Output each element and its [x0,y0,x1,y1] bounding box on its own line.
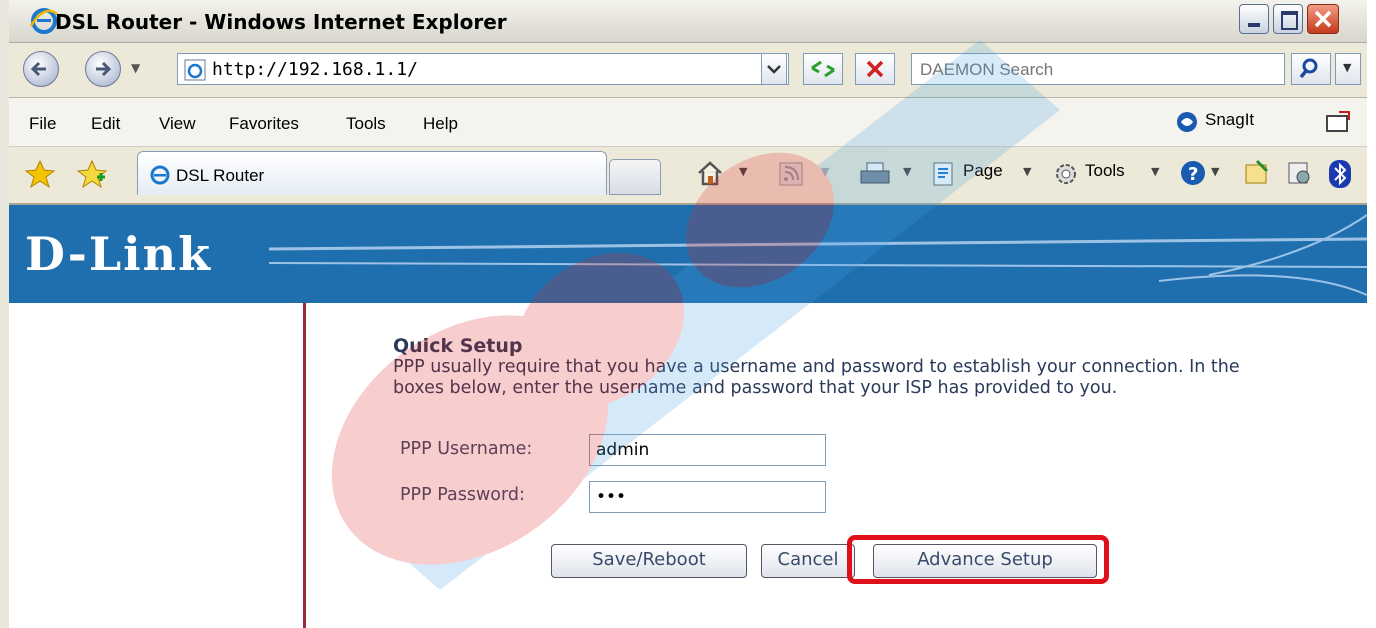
tab-bar: DSL Router ▼ ▼ ▼ Page ▼ Tools ▼ ? ▼ [9,147,1367,205]
back-icon [30,61,46,77]
advance-setup-highlight [847,535,1109,584]
banner-swoosh [268,214,1367,296]
forward-icon [96,61,112,77]
menu-favorites[interactable]: Favorites [229,114,299,134]
search-icon [1299,58,1318,79]
tools-label: Tools [1085,161,1125,180]
maximize-button[interactable] [1273,4,1303,34]
section-title: Quick Setup [393,335,523,357]
save-reboot-button[interactable]: Save/Reboot [551,544,747,578]
page-label: Page [963,161,1003,180]
window-title: DSL Router - Windows Internet Explorer [55,10,507,34]
forward-button[interactable] [85,51,121,87]
help-dropdown-icon[interactable]: ▼ [1211,165,1219,178]
username-label: PPP Username: [400,439,533,459]
address-text: http://192.168.1.1/ [212,59,418,80]
search-options-button[interactable]: ▼ [1335,53,1361,85]
print-dropdown-icon[interactable]: ▼ [903,165,911,178]
home-icon[interactable] [695,159,725,187]
menu-help[interactable]: Help [423,114,458,134]
refresh-icon [811,60,835,78]
username-field[interactable] [589,434,826,466]
search-box[interactable] [911,53,1285,85]
stop-icon [866,60,884,78]
address-dropdown-button[interactable] [761,53,787,85]
address-field[interactable]: http://192.168.1.1/ [177,53,789,85]
tools-menu-button[interactable]: Tools ▼ [1053,157,1173,189]
section-description: PPP usually require that you have a user… [393,357,1240,398]
stop-button[interactable] [855,53,895,85]
close-button[interactable] [1307,4,1339,34]
ie-logo-icon [150,165,170,185]
password-label: PPP Password: [400,485,525,505]
feeds-dropdown-icon[interactable]: ▼ [821,165,829,178]
page-menu-button[interactable]: Page ▼ [931,157,1041,189]
page-icon [933,162,953,186]
print-icon[interactable] [859,161,891,187]
feeds-icon[interactable] [779,162,803,186]
snagit-capture-icon[interactable] [1325,110,1351,134]
menu-tools[interactable]: Tools [346,114,386,134]
back-button[interactable] [23,51,59,87]
chevron-down-icon: ▼ [1023,165,1032,178]
messenger-icon[interactable] [1285,159,1313,187]
snagit-button[interactable]: SnagIt [1175,108,1315,136]
ie-page-icon [184,59,206,81]
research-icon[interactable] [1243,159,1271,187]
address-toolbar: ▼ http://192.168.1.1/ ▼ [9,43,1367,98]
menu-view[interactable]: View [159,114,196,134]
dlink-logo: D-Link [25,227,212,281]
refresh-button[interactable] [803,53,843,85]
tab-title: DSL Router [176,166,265,185]
home-dropdown-icon[interactable]: ▼ [739,165,747,178]
snagit-icon [1177,112,1197,132]
chevron-down-icon: ▼ [1343,61,1352,74]
search-input[interactable] [918,57,1282,83]
minimize-button[interactable] [1239,4,1269,34]
cancel-button[interactable]: Cancel [761,544,855,578]
snagit-label: SnagIt [1205,110,1255,129]
add-favorites-icon[interactable] [77,159,107,189]
search-button[interactable] [1291,53,1331,85]
dlink-banner: D-Link [9,205,1367,303]
page-content: D-Link Quick Setup PPP usually require t… [9,205,1367,628]
new-tab-button[interactable] [609,159,661,195]
tab-dsl-router[interactable]: DSL Router [137,151,607,195]
menu-file[interactable]: File [29,114,56,134]
password-field[interactable] [589,481,826,513]
favorites-star-icon[interactable] [25,159,55,189]
svg-text:?: ? [1188,164,1198,185]
help-icon[interactable]: ? [1179,159,1207,187]
left-nav-panel [9,303,306,628]
chevron-down-icon [767,65,781,74]
bluetooth-icon[interactable] [1327,159,1353,189]
tools-gear-icon [1056,164,1076,184]
quick-setup-panel: Quick Setup PPP usually require that you… [306,303,1367,628]
menu-edit[interactable]: Edit [91,114,120,134]
history-dropdown-icon[interactable]: ▼ [131,61,140,75]
chevron-down-icon: ▼ [1151,165,1160,178]
menu-bar: File Edit View Favorites Tools Help Snag… [9,98,1367,147]
title-bar: DSL Router - Windows Internet Explorer [9,0,1367,43]
close-icon [1314,10,1332,28]
